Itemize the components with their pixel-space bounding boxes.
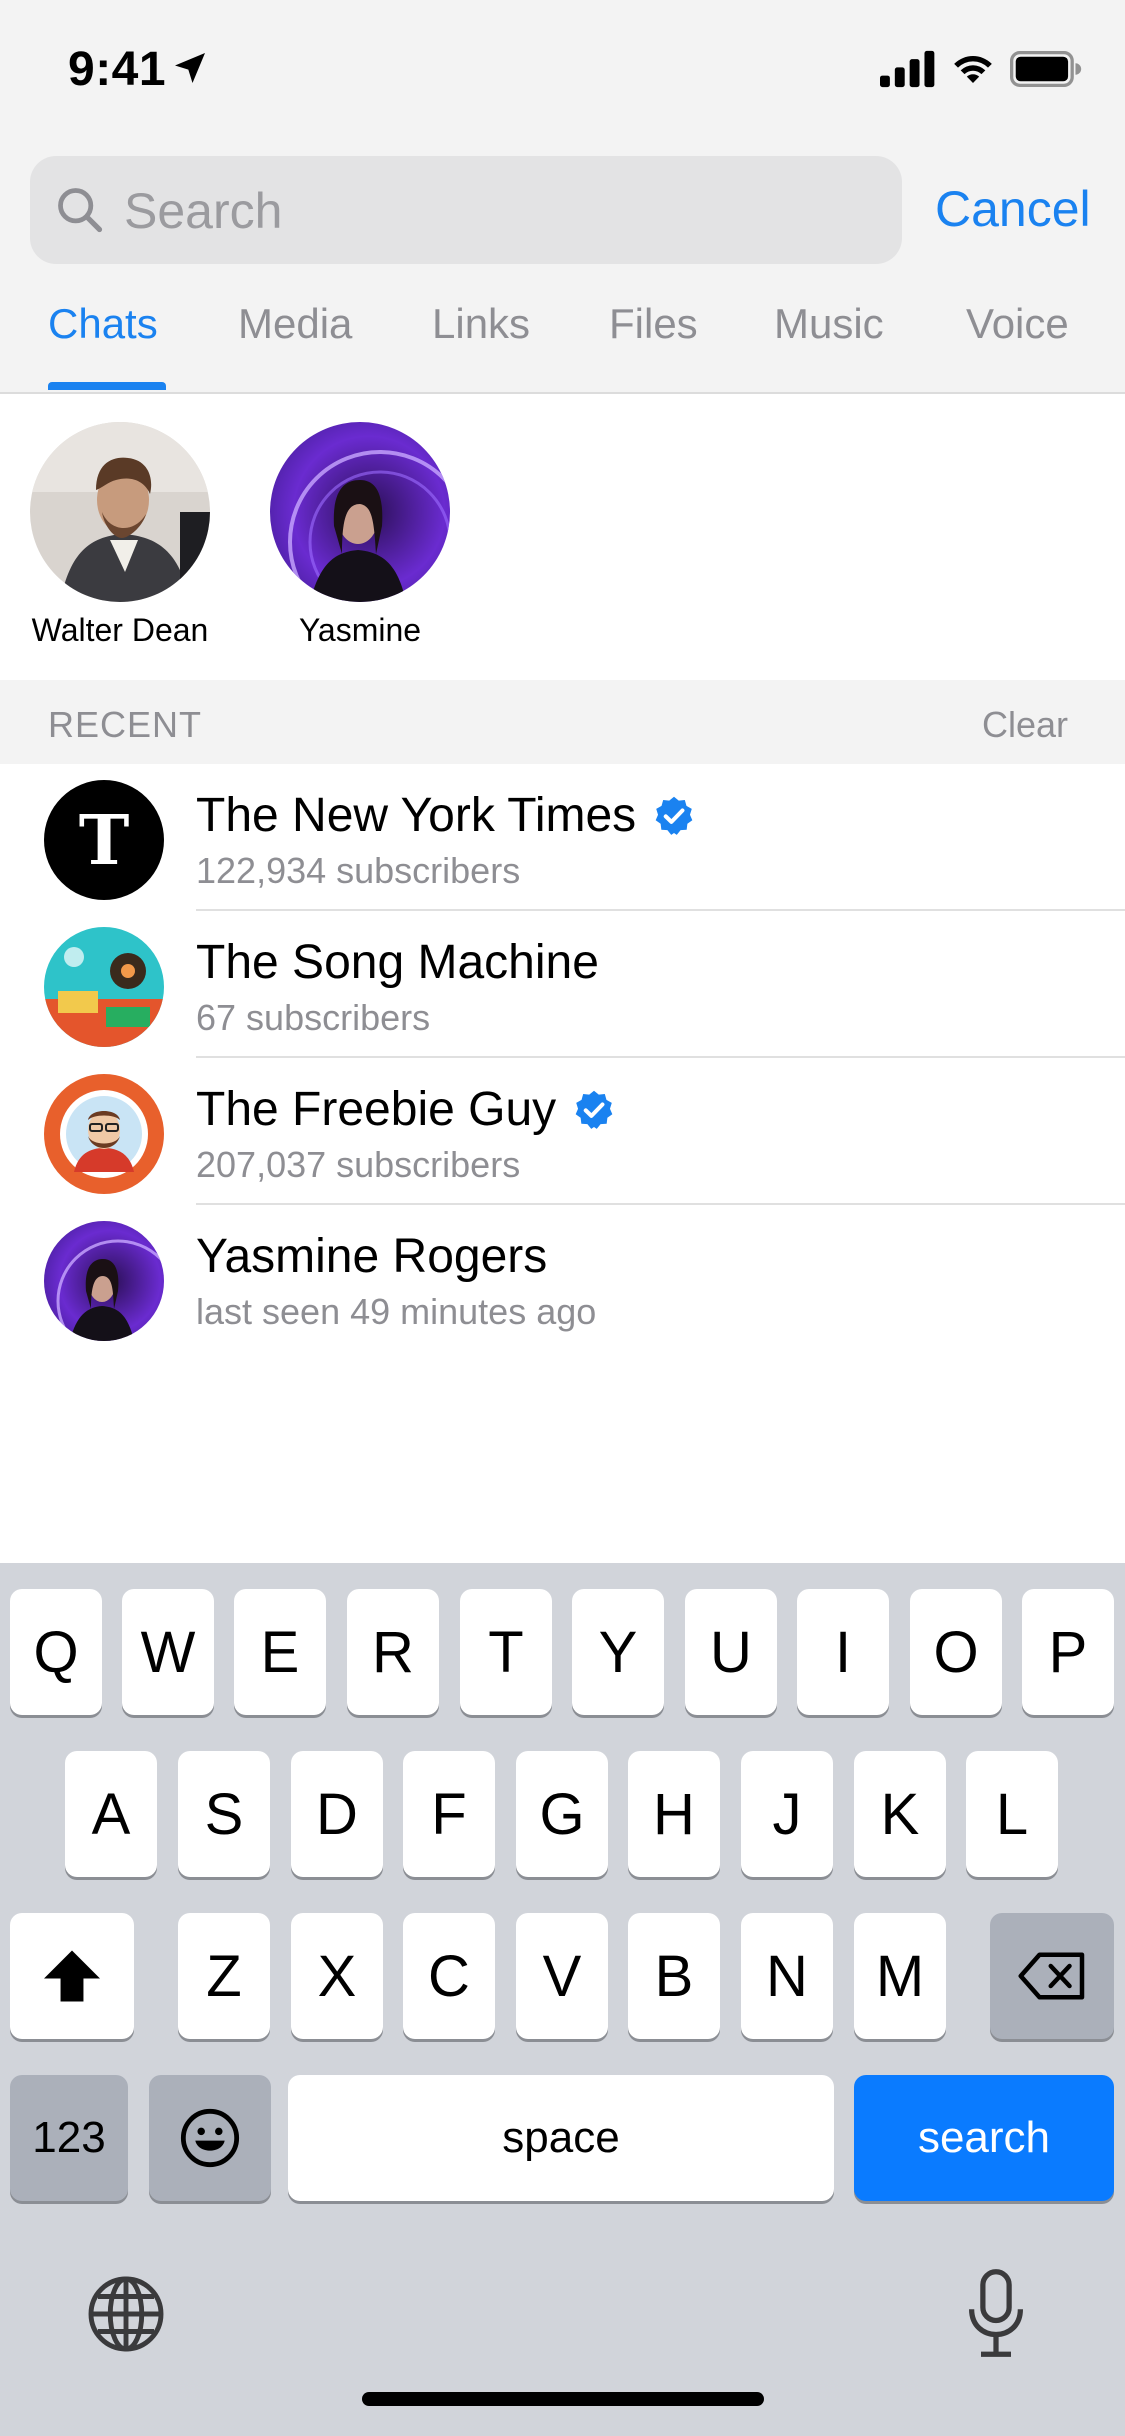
key-s[interactable]: S	[178, 1751, 270, 1877]
tab-media[interactable]: Media	[238, 300, 352, 348]
key-e[interactable]: E	[234, 1589, 326, 1715]
key-f[interactable]: F	[403, 1751, 495, 1877]
key-b[interactable]: B	[628, 1913, 720, 2039]
key-r[interactable]: R	[347, 1589, 439, 1715]
key-c[interactable]: C	[403, 1913, 495, 2039]
backspace-icon	[1018, 1952, 1085, 2000]
numbers-key-label: 123	[32, 2113, 106, 2162]
recent-person-name: Walter Dean	[31, 612, 209, 648]
chat-title: The Song Machine	[196, 935, 599, 990]
key-z[interactable]: Z	[178, 1913, 270, 2039]
search-placeholder: Search	[124, 183, 283, 239]
chat-title-text: The New York Times	[196, 789, 637, 842]
chat-title-text: The Freebie Guy	[196, 1083, 557, 1136]
key-v[interactable]: V	[516, 1913, 608, 2039]
key-i[interactable]: I	[797, 1589, 889, 1715]
top-header: 9:41 Search Cancel Chats Media Links Fil…	[0, 0, 1125, 394]
recent-person-walter-dean[interactable]: Walter Dean	[10, 422, 230, 649]
cancel-button[interactable]: Cancel	[935, 180, 1091, 238]
space-key[interactable]: space	[288, 2075, 834, 2201]
filter-tabs: Chats Media Links Files Music Voice	[0, 290, 1125, 394]
shift-arrow-icon	[44, 1950, 100, 2002]
search-icon	[58, 188, 103, 233]
key-g[interactable]: G	[516, 1751, 608, 1877]
microphone-icon[interactable]	[966, 2268, 1026, 2358]
recent-person-yasmine[interactable]: Yasmine	[250, 422, 470, 649]
key-t[interactable]: T	[460, 1589, 552, 1715]
verified-badge-icon	[575, 1090, 613, 1129]
avatar	[44, 1221, 164, 1341]
key-p[interactable]: P	[1022, 1589, 1114, 1715]
battery-icon	[1010, 51, 1082, 87]
key-k[interactable]: K	[854, 1751, 946, 1877]
status-bar: 9:41	[0, 0, 1125, 140]
chat-title: Yasmine Rogers	[196, 1229, 547, 1284]
search-key-label: search	[917, 2113, 1051, 2162]
keyboard: Q W E R T Y U I O P A S D F G H J K L Z …	[0, 1563, 1125, 2436]
key-q[interactable]: Q	[10, 1589, 102, 1715]
chat-title: The Freebie Guy	[196, 1082, 616, 1137]
recent-people-row: Walter Dean Yasmine	[0, 396, 1125, 680]
chat-subtitle: 122,934 subscribers	[196, 850, 521, 891]
numbers-key[interactable]: 123	[10, 2075, 128, 2201]
active-tab-indicator	[48, 382, 166, 390]
shift-key[interactable]	[10, 1913, 134, 2039]
tab-music[interactable]: Music	[774, 300, 884, 348]
recent-person-name: Yasmine	[298, 612, 422, 648]
list-item[interactable]: The Freebie Guy 207,037 subscribers	[0, 1058, 1125, 1205]
key-x[interactable]: X	[291, 1913, 383, 2039]
list-item[interactable]: T The New York Times 122,934 subscribers	[0, 764, 1125, 911]
globe-icon[interactable]	[84, 2272, 168, 2356]
status-time: 9:41	[68, 43, 167, 96]
tab-links[interactable]: Links	[432, 300, 530, 348]
search-field[interactable]: Search	[30, 156, 902, 264]
chat-subtitle: last seen 49 minutes ago	[196, 1291, 597, 1332]
home-indicator[interactable]	[362, 2392, 764, 2406]
recent-chats-list: T The New York Times 122,934 subscribers	[0, 764, 1125, 1352]
list-item[interactable]: Yasmine Rogers last seen 49 minutes ago	[0, 1205, 1125, 1352]
verified-badge-icon	[655, 796, 693, 835]
wifi-icon	[954, 56, 992, 83]
tab-chats[interactable]: Chats	[48, 300, 158, 348]
key-d[interactable]: D	[291, 1751, 383, 1877]
key-j[interactable]: J	[741, 1751, 833, 1877]
key-h[interactable]: H	[628, 1751, 720, 1877]
svg-text:T: T	[79, 801, 130, 881]
chat-title-text: The Song Machine	[196, 936, 599, 989]
list-item[interactable]: The Song Machine 67 subscribers	[0, 911, 1125, 1058]
chat-title: The New York Times	[196, 788, 696, 843]
recent-section-header: RECENT Clear	[0, 680, 1125, 764]
emoji-icon	[180, 2108, 240, 2168]
key-u[interactable]: U	[685, 1589, 777, 1715]
avatar	[44, 927, 164, 1047]
search-key[interactable]: search	[854, 2075, 1114, 2201]
key-a[interactable]: A	[65, 1751, 157, 1877]
location-arrow-icon	[175, 53, 205, 83]
key-o[interactable]: O	[910, 1589, 1002, 1715]
key-n[interactable]: N	[741, 1913, 833, 2039]
clear-button[interactable]: Clear	[982, 704, 1068, 746]
key-y[interactable]: Y	[572, 1589, 664, 1715]
emoji-key[interactable]	[149, 2075, 271, 2201]
space-key-label: space	[502, 2113, 620, 2162]
avatar: T	[44, 780, 164, 900]
tab-voice[interactable]: Voice	[966, 300, 1069, 348]
avatar	[30, 422, 210, 602]
chat-subtitle: 207,037 subscribers	[196, 1144, 521, 1185]
chat-subtitle: 67 subscribers	[196, 997, 431, 1038]
key-w[interactable]: W	[122, 1589, 214, 1715]
tab-files[interactable]: Files	[609, 300, 698, 348]
avatar	[270, 422, 450, 602]
avatar	[44, 1074, 164, 1194]
cellular-signal-icon	[880, 50, 935, 88]
key-m[interactable]: M	[854, 1913, 946, 2039]
chat-title-text: Yasmine Rogers	[196, 1230, 548, 1283]
backspace-key[interactable]	[990, 1913, 1114, 2039]
key-l[interactable]: L	[966, 1751, 1058, 1877]
section-title: RECENT	[48, 704, 203, 745]
